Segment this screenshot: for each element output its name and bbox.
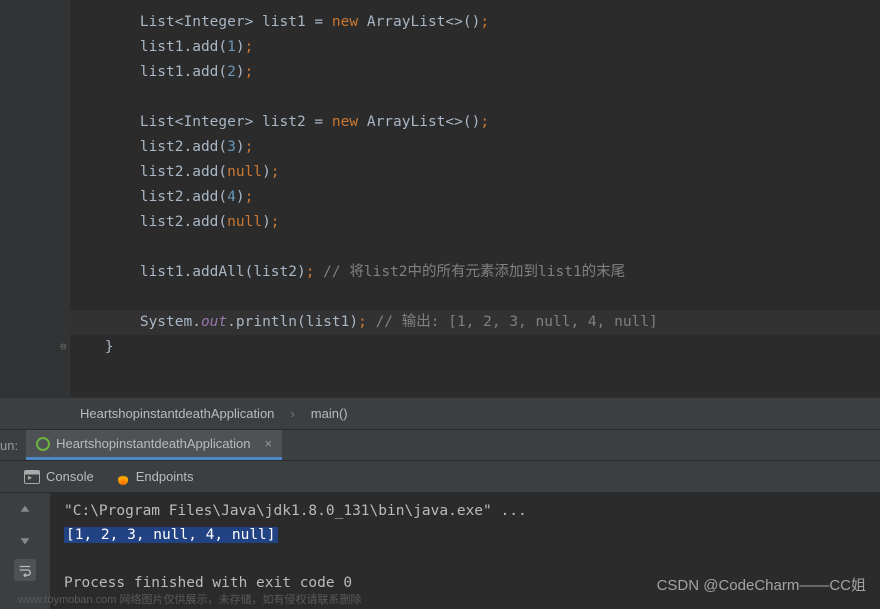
tab-endpoints[interactable]: Endpoints [116,469,194,485]
code-line[interactable]: list2.add(4); [70,185,880,210]
code-line[interactable] [70,285,880,310]
spring-boot-icon [36,437,50,451]
code-line[interactable]: list1.add(1); [70,35,880,60]
code-column[interactable]: List<Integer> list1 = new ArrayList<>();… [70,0,880,397]
console-toolbar [0,493,50,609]
code-line[interactable]: list1.add(2); [70,60,880,85]
code-line[interactable]: list1.addAll(list2); // 将list2中的所有元素添加到l… [70,260,880,285]
breadcrumb-class[interactable]: HeartshopinstantdeathApplication [80,406,274,421]
soft-wrap-button[interactable] [14,559,36,581]
run-tool-tabs: Console Endpoints [0,461,880,493]
code-line[interactable] [70,235,880,260]
breadcrumb-method[interactable]: main() [311,406,348,421]
code-line[interactable]: list2.add(3); [70,135,880,160]
fold-marker-icon[interactable]: ⊖ [60,340,67,353]
console-exit-line: Process finished with exit code 0 [64,575,352,591]
run-toolwindow-header: un: HeartshopinstantdeathApplication × [0,429,880,461]
tab-endpoints-label: Endpoints [136,469,194,484]
console-blank [64,551,73,567]
run-label: un: [0,438,26,453]
editor-area: ⊖ List<Integer> list1 = new ArrayList<>(… [0,0,880,397]
editor-gutter: ⊖ [0,0,70,397]
run-config-tab[interactable]: HeartshopinstantdeathApplication × [26,430,282,460]
console-cmd-line: "C:\Program Files\Java\jdk1.8.0_131\bin\… [64,503,527,519]
scroll-up-button[interactable] [14,499,36,521]
console-selected-output: [1, 2, 3, null, 4, null] [64,527,278,543]
tab-console[interactable]: Console [24,469,94,484]
tab-console-label: Console [46,469,94,484]
scroll-down-button[interactable] [14,529,36,551]
code-line[interactable]: list2.add(null); [70,210,880,235]
code-line[interactable] [70,85,880,110]
actuator-icon [116,469,130,485]
code-line[interactable] [70,360,880,385]
console-output[interactable]: "C:\Program Files\Java\jdk1.8.0_131\bin\… [50,493,880,609]
breadcrumb: HeartshopinstantdeathApplication › main(… [0,397,880,429]
code-line[interactable]: list2.add(null); [70,160,880,185]
chevron-right-icon: › [290,406,294,421]
console-area: "C:\Program Files\Java\jdk1.8.0_131\bin\… [0,493,880,609]
close-icon[interactable]: × [265,436,273,451]
code-line[interactable]: List<Integer> list1 = new ArrayList<>(); [70,10,880,35]
code-line[interactable]: } [70,335,880,360]
run-config-name: HeartshopinstantdeathApplication [56,436,250,451]
console-icon [24,470,40,484]
code-line[interactable]: List<Integer> list2 = new ArrayList<>(); [70,110,880,135]
